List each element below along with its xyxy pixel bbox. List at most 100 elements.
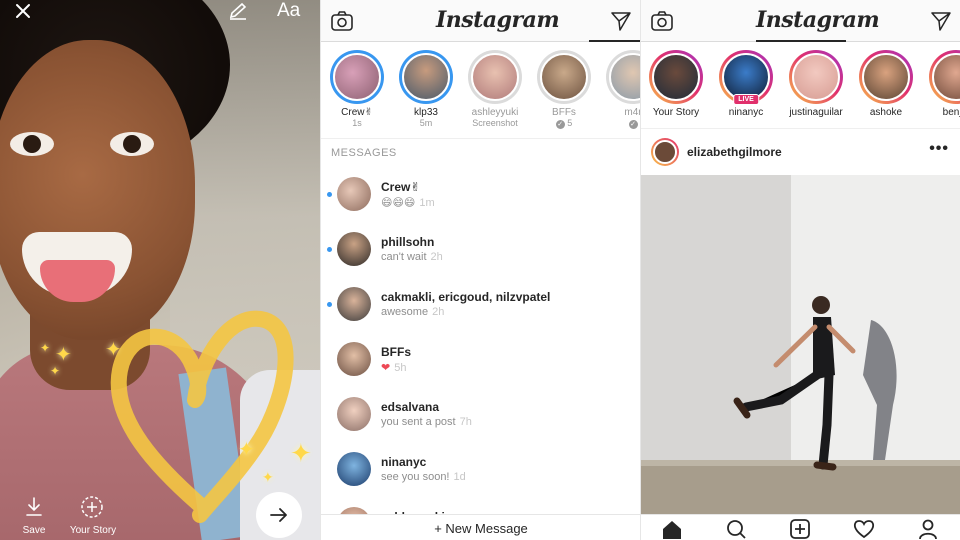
story-name: benjin (942, 107, 960, 118)
check-icon: ✓ (628, 120, 638, 129)
message-time: 7h (459, 416, 472, 428)
message-preview: can't wait 2h (381, 251, 443, 263)
message-row[interactable]: phillsohn can't wait 2h (321, 229, 640, 279)
story-item[interactable]: ashleyyuki Screenshot (464, 50, 526, 128)
sparkle-icon: ✦ (238, 439, 255, 461)
message-time: 1m (419, 197, 435, 209)
avatar (653, 140, 677, 164)
story-name: BFFs (552, 107, 576, 118)
bottom-tab-bar (641, 514, 960, 540)
message-row[interactable]: BFFs ❤ 5h (321, 339, 640, 389)
story-sub: 5m (419, 118, 433, 128)
direct-messages-panel: Instagram Crew✌ 1s klp33 5m ashleyyuki S… (320, 0, 640, 540)
avatar (337, 397, 371, 431)
avatar (402, 53, 450, 101)
message-row[interactable]: cakmakli, ericgoud, nilzvpatel awesome 2h (321, 284, 640, 334)
story-item[interactable]: benjin (925, 50, 960, 118)
save-label[interactable]: Save (14, 525, 54, 536)
direct-send-icon[interactable] (931, 11, 951, 31)
unread-dot (327, 302, 332, 307)
home-icon[interactable] (661, 518, 683, 540)
message-row[interactable]: edsalvana you sent a post 7h (321, 394, 640, 444)
story-ring (330, 50, 384, 104)
new-message-button[interactable]: + New Message (321, 514, 640, 540)
post-photo[interactable] (641, 175, 960, 515)
story-ring (859, 50, 913, 104)
message-row[interactable]: Crew✌ 😄😄😄 1m (321, 174, 640, 224)
story-item[interactable]: BFFs ✓ 5 (533, 50, 595, 129)
avatar (471, 53, 519, 101)
story-name: justinaguilar (789, 107, 843, 118)
message-time: 2h (430, 251, 443, 263)
direct-send-icon[interactable] (611, 11, 631, 31)
story-item[interactable]: justinaguilar (785, 50, 847, 118)
sparkle-icon: ✦ (50, 364, 61, 378)
top-bar: Instagram (321, 0, 640, 42)
sparkle-icon: ✦ (55, 344, 72, 366)
subject-left-eye (10, 132, 54, 156)
story-ring (399, 50, 453, 104)
more-options-icon[interactable]: ••• (929, 140, 949, 158)
your-story-label[interactable]: Your Story (62, 525, 124, 536)
story-ring (789, 50, 843, 104)
post-image (641, 175, 960, 515)
story-sub: 1s (352, 118, 362, 128)
divider (321, 138, 640, 139)
avatar (540, 53, 588, 101)
avatar (609, 53, 640, 101)
active-tab-indicator (756, 40, 846, 42)
heart-emoji: ❤ (381, 362, 391, 374)
search-icon[interactable] (725, 518, 747, 540)
messages-header: MESSAGES (331, 147, 397, 159)
story-name: ninanyc (728, 107, 764, 118)
story-ring (649, 50, 703, 104)
add-to-story-icon[interactable] (80, 495, 104, 519)
sparkle-icon: ✦ (40, 341, 51, 355)
story-camera-panel: ✦ ✦ ✦ ✦ ✦ ✦ ✦ Aa Save Your Story (0, 0, 320, 540)
message-preview: you sent a post 7h (381, 416, 472, 428)
unread-dot (327, 192, 332, 197)
story-sub: ✓ (602, 118, 640, 129)
avatar (337, 287, 371, 321)
message-preview-text: awesome (381, 306, 429, 318)
story-ring (929, 50, 960, 104)
message-preview-text: can't wait (381, 251, 427, 263)
story-item[interactable]: Your Story (645, 50, 707, 118)
story-item[interactable]: klp33 5m (395, 50, 457, 128)
sparkle-icon: ✦ (105, 339, 122, 361)
avatar (792, 53, 840, 101)
story-ring (606, 50, 640, 104)
arrow-right-icon (270, 508, 287, 522)
sparkle-icon: ✦ (262, 469, 274, 485)
check-icon: ✓ (555, 120, 565, 129)
message-title: edsalvana (381, 400, 440, 414)
profile-icon[interactable] (917, 518, 939, 540)
story-item[interactable]: m4r ✓ (602, 50, 640, 129)
pen-icon[interactable] (228, 2, 248, 20)
message-preview-text: 😄😄😄 (381, 197, 416, 209)
story-item[interactable]: Crew✌ 1s (326, 50, 388, 128)
avatar (862, 53, 910, 101)
camera-icon[interactable] (331, 11, 353, 31)
text-tool-button[interactable]: Aa (277, 0, 300, 22)
post-avatar[interactable] (651, 138, 679, 166)
post-header: elizabethgilmore ••• (641, 132, 960, 174)
avatar (337, 452, 371, 486)
avatar (333, 53, 381, 101)
add-post-icon[interactable] (789, 518, 811, 540)
story-item[interactable]: LIVE ninanyc (715, 50, 777, 118)
post-username[interactable]: elizabethgilmore (687, 145, 782, 159)
message-time: 1d (453, 471, 466, 483)
message-row[interactable]: ninanyc see you soon! 1d (321, 449, 640, 499)
close-icon[interactable] (14, 2, 32, 20)
story-sub-count: 5 (567, 118, 573, 128)
message-time: 2h (432, 306, 445, 318)
story-item[interactable]: ashoke (855, 50, 917, 118)
camera-icon[interactable] (651, 11, 673, 31)
save-download-icon[interactable] (24, 496, 44, 518)
heart-icon[interactable] (853, 518, 875, 540)
next-button[interactable] (256, 492, 302, 538)
story-name: ashoke (869, 107, 903, 118)
top-bar: Instagram (641, 0, 960, 42)
avatar (337, 342, 371, 376)
